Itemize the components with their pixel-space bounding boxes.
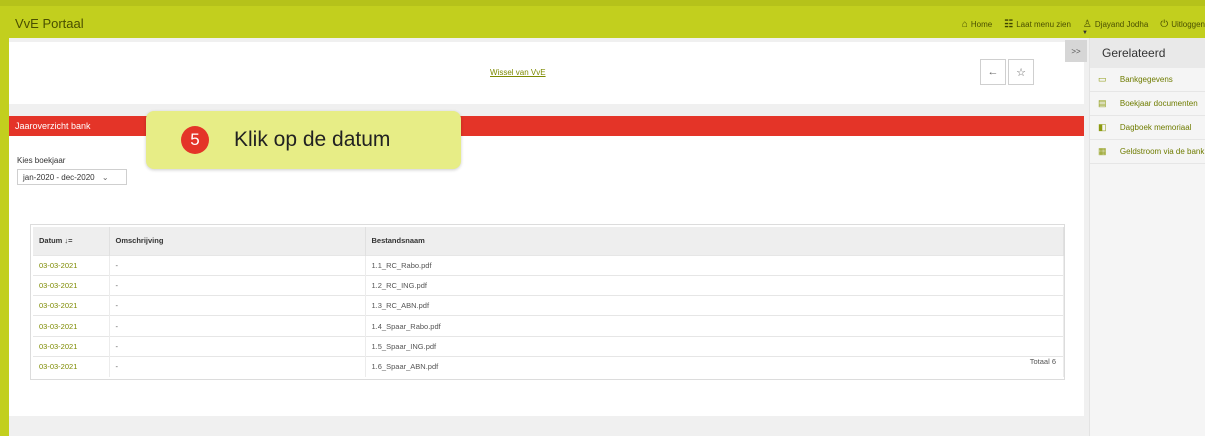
date-link[interactable]: 03-03-2021 [33, 355, 110, 377]
app-title[interactable]: VvE Portaal [15, 16, 84, 31]
step-number: 5 [181, 126, 209, 154]
home-link[interactable]: ⌂ Home [962, 19, 992, 30]
filename-cell: 1.2_RC_ING.pdf [365, 274, 1064, 296]
table-row: 03-03-2021 - 1.6_Spaar_ABN.pdf [33, 355, 1064, 377]
logout-label: Uitloggen [1171, 20, 1205, 29]
sidebar-item-bankgegevens[interactable]: ▭ Bankgegevens [1090, 68, 1205, 92]
switch-vve-link[interactable]: Wissel van VvE [490, 68, 546, 77]
date-link[interactable]: 03-03-2021 [33, 295, 110, 316]
user-caret-icon: ▼ [1082, 30, 1088, 36]
book-icon: ◧ [1098, 122, 1107, 132]
instruction-text: Klik op de datum [234, 128, 391, 151]
year-select-value: jan-2020 - dec-2020 [23, 173, 95, 182]
date-link[interactable]: 03-03-2021 [33, 254, 110, 276]
description-cell: - [109, 254, 366, 276]
home-label: Home [970, 20, 993, 29]
filename-cell: 1.3_RC_ABN.pdf [365, 295, 1064, 316]
table-row: 03-03-2021 - 1.2_RC_ING.pdf [33, 274, 1064, 296]
star-icon: ☆ [1016, 66, 1026, 79]
table-header-row: Datum ↓= Omschrijving Bestandsnaam [33, 227, 1064, 255]
table-row: 03-03-2021 - 1.3_RC_ABN.pdf [33, 295, 1064, 316]
year-select[interactable]: jan-2020 - dec-2020 ⌄ [17, 169, 127, 185]
instruction-callout: 5 Klik op de datum [146, 111, 461, 169]
user-menu[interactable]: ♙ Djayand Jodha [1083, 19, 1148, 30]
date-link[interactable]: 03-03-2021 [33, 274, 110, 296]
column-bestandsnaam[interactable]: Bestandsnaam [365, 227, 1064, 255]
sidebar-item-dagboek-memoriaal[interactable]: ◧ Dagboek memoriaal [1090, 116, 1205, 140]
left-strip [0, 38, 9, 436]
sidebar-item-label: Bankgegevens [1119, 75, 1173, 84]
arrow-left-icon: ← [987, 66, 999, 78]
description-cell: - [109, 355, 366, 377]
chevron-down-icon: ⌄ [101, 173, 109, 182]
filename-cell: 1.6_Spaar_ABN.pdf [365, 355, 1064, 377]
user-name: Djayand Jodha [1094, 20, 1149, 29]
filter-label: Kies boekjaar [17, 156, 66, 165]
card-icon: ▭ [1098, 74, 1107, 84]
table-row: 03-03-2021 - 1.5_Spaar_ING.pdf [33, 335, 1064, 357]
main-panel: Wissel van VvE ← ☆ Jaaroverzicht bank Ki… [9, 38, 1084, 436]
sidebar-item-label: Geldstroom via de bank [1119, 147, 1205, 156]
money-icon: ▦ [1098, 146, 1107, 156]
menu-label: Laat menu zien [1016, 20, 1071, 29]
date-link[interactable]: 03-03-2021 [33, 335, 110, 357]
documents-table: Datum ↓= Omschrijving Bestandsnaam 03-03… [30, 224, 1065, 380]
sidebar-item-geldstroom[interactable]: ▦ Geldstroom via de bank [1090, 140, 1205, 164]
sidebar-item-boekjaar-documenten[interactable]: ▤ Boekjaar documenten [1090, 92, 1205, 116]
home-icon: ⌂ [961, 19, 968, 30]
sidebar-toggle-button[interactable]: >> [1065, 40, 1087, 62]
favorite-button[interactable]: ☆ [1008, 59, 1034, 85]
logout-link[interactable]: ⏻ Uitloggen [1160, 19, 1205, 30]
document-icon: ▤ [1098, 98, 1107, 108]
user-icon: ♙ [1082, 19, 1092, 30]
table-row: 03-03-2021 - 1.4_Spaar_Rabo.pdf [33, 315, 1064, 337]
top-bar: VvE Portaal ⌂ Home ☷ Laat menu zien ♙ Dj… [0, 0, 1205, 38]
top-nav: ⌂ Home ☷ Laat menu zien ♙ Djayand Jodha … [962, 19, 1205, 30]
description-cell: - [109, 295, 366, 316]
table-row: 03-03-2021 - 1.1_RC_Rabo.pdf [33, 254, 1064, 276]
description-cell: - [109, 335, 366, 357]
back-button[interactable]: ← [980, 59, 1006, 85]
power-icon: ⏻ [1160, 19, 1169, 30]
description-cell: - [109, 274, 366, 296]
total-count: Totaal 6 [1029, 357, 1056, 366]
description-cell: - [109, 315, 366, 337]
date-link[interactable]: 03-03-2021 [33, 315, 110, 337]
header-card: Wissel van VvE ← ☆ [9, 42, 1084, 104]
related-sidebar: Gerelateerd ▭ Bankgegevens ▤ Boekjaar do… [1089, 38, 1205, 436]
filename-cell: 1.1_RC_Rabo.pdf [365, 254, 1064, 276]
sidebar-item-label: Dagboek memoriaal [1119, 123, 1192, 132]
filename-cell: 1.4_Spaar_Rabo.pdf [365, 315, 1064, 337]
grid-icon: ☷ [1004, 19, 1014, 30]
filename-cell: 1.5_Spaar_ING.pdf [365, 335, 1064, 357]
column-omschrijving[interactable]: Omschrijving [109, 227, 366, 255]
sidebar-title: Gerelateerd [1090, 38, 1205, 68]
menu-toggle-link[interactable]: ☷ Laat menu zien [1004, 19, 1071, 30]
sidebar-item-label: Boekjaar documenten [1119, 99, 1198, 108]
column-datum[interactable]: Datum ↓= [33, 227, 110, 255]
